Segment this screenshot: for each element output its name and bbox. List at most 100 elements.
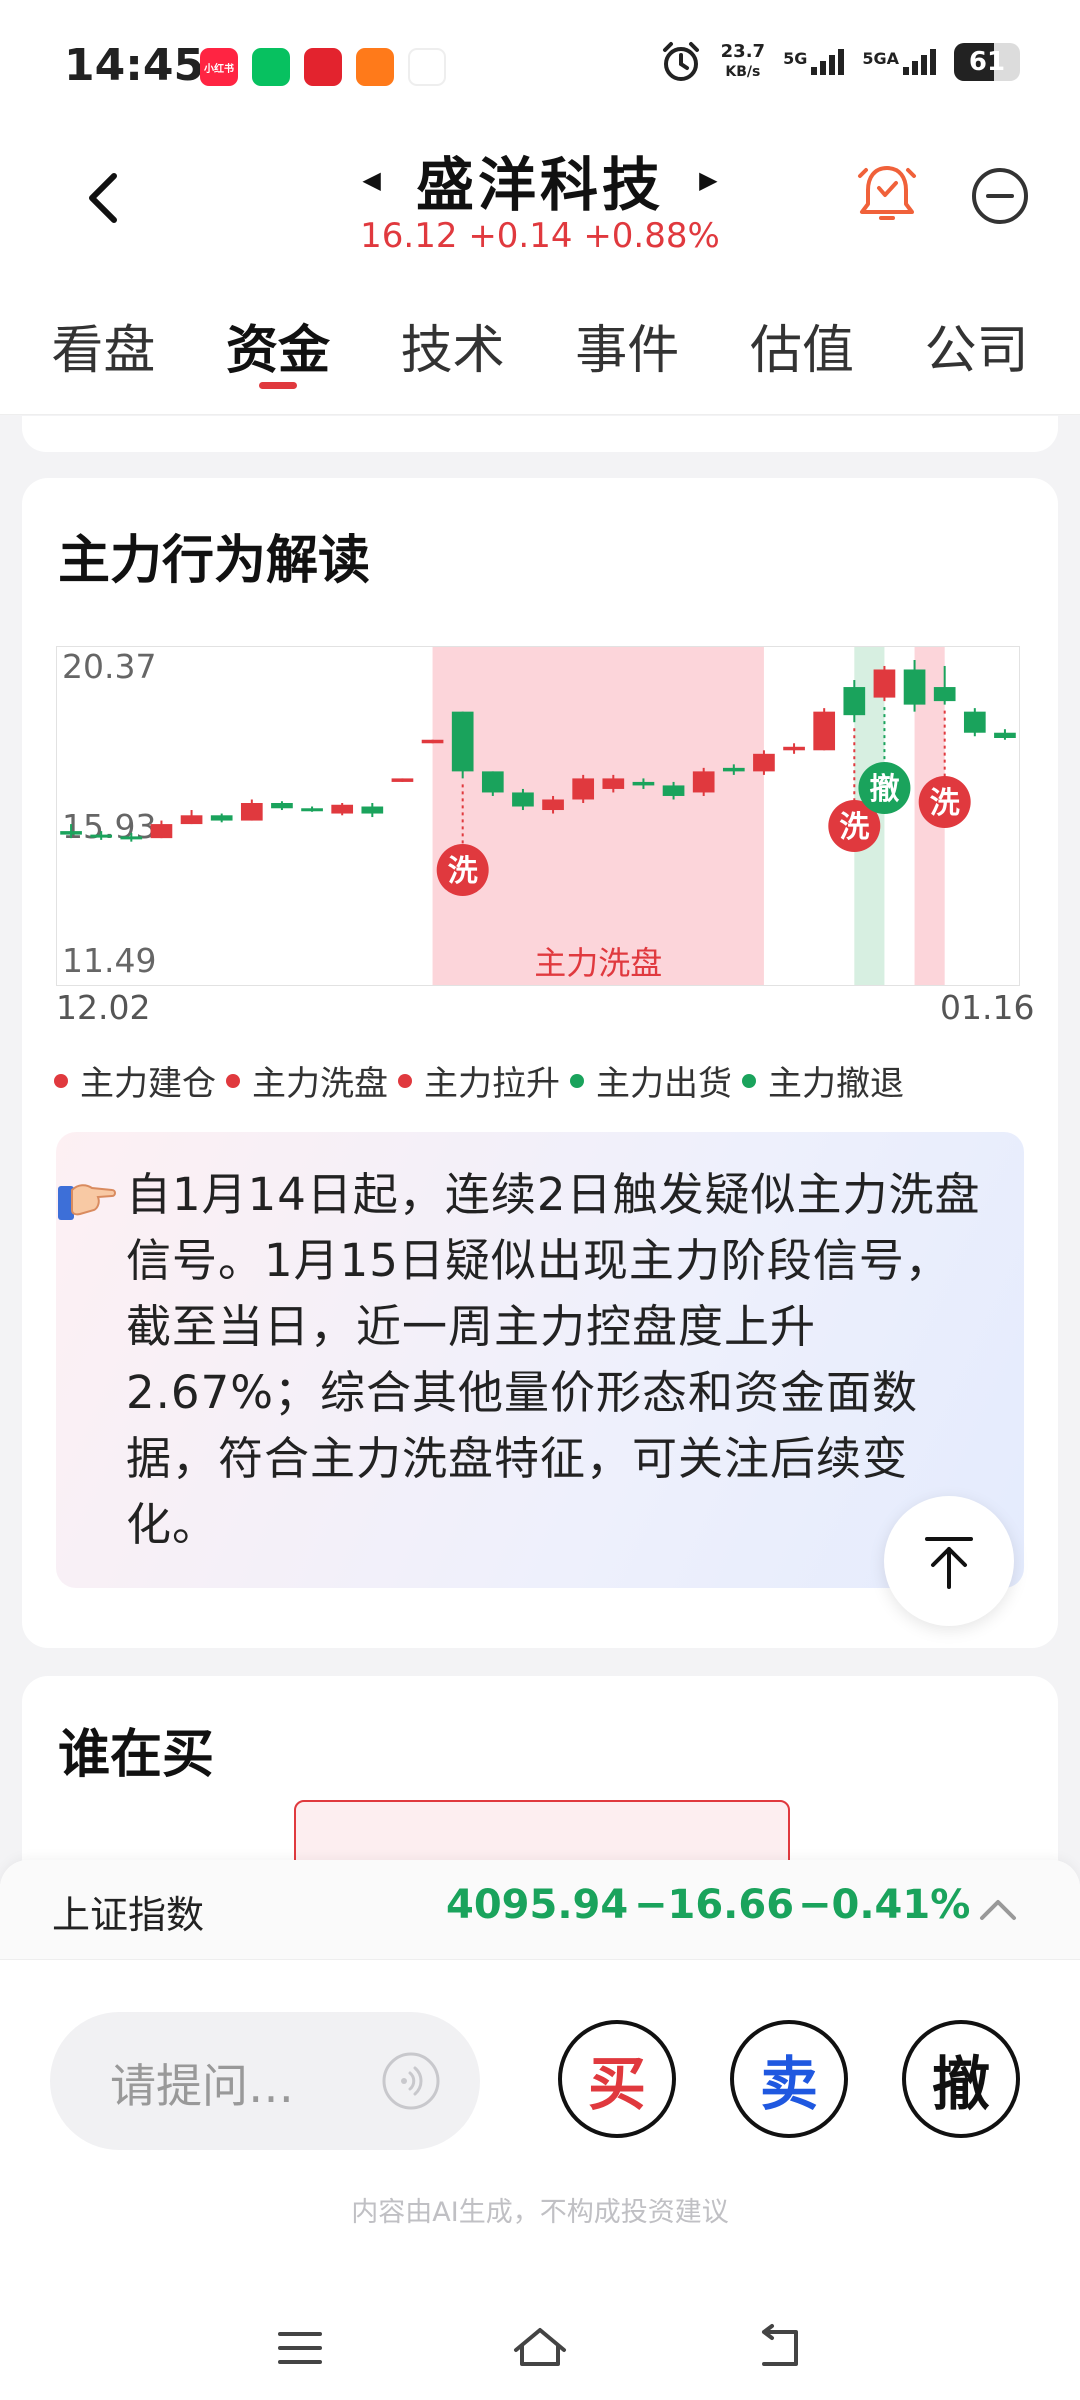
signal-bars-icon [903, 49, 936, 75]
candle-body [451, 711, 474, 772]
legend-item: 主力拉升 [398, 1056, 560, 1105]
menu-nav-icon[interactable] [270, 2318, 330, 2378]
candle-body [120, 836, 143, 840]
candle-body [210, 815, 233, 821]
signal-bars-icon [811, 49, 845, 75]
remove-watchlist-icon[interactable] [970, 166, 1030, 226]
candle-body [391, 778, 414, 782]
card-title: 谁在买 [58, 1725, 215, 1785]
wechat-app-icon [252, 48, 290, 86]
section-tabs: 看盘 资金 技术 事件 估值 公司 [0, 280, 1080, 415]
sell-button[interactable]: 卖 [730, 2020, 848, 2138]
tab-jishu[interactable]: 技术 [401, 280, 505, 414]
clock: 14:45 [64, 40, 205, 91]
status-indicators: 23.7 KB/s 5G 5GA 61 [659, 40, 1020, 84]
candle-body [662, 785, 685, 796]
candle-body [602, 778, 625, 789]
index-change: −16.66 [634, 1882, 795, 1928]
cancel-order-button[interactable]: 撤 [902, 2020, 1020, 2138]
candlestick-chart[interactable]: 主力洗盘 20.37 15.93 11.49 洗洗撤洗 [56, 646, 1020, 986]
ask-question-input[interactable]: 请提问… [50, 2012, 480, 2150]
previous-stock-icon[interactable]: ◀ [362, 166, 380, 194]
candle-body [813, 711, 836, 751]
legend-dot [570, 1073, 584, 1088]
candle-body [903, 669, 926, 705]
pointing-hand-icon [58, 1184, 116, 1220]
home-nav-icon[interactable] [510, 2318, 570, 2378]
candle-body [90, 834, 113, 838]
signal-label: 洗 [839, 810, 869, 845]
signal-label: 洗 [448, 854, 478, 889]
ai-disclaimer: 内容由AI生成，不构成投资建议 [351, 2197, 729, 2228]
back-nav-icon[interactable] [750, 2318, 810, 2378]
notification-app-icons: 小红书 [200, 48, 446, 86]
card-title: 主力行为解读 [58, 531, 371, 591]
legend-item: 主力洗盘 [226, 1056, 388, 1105]
candle-body [150, 824, 173, 839]
candle-body [933, 687, 956, 702]
candle-body [542, 799, 564, 811]
chart-svg: 主力洗盘20.3715.9311.49洗洗撤洗 [56, 646, 1020, 986]
signal-label: 撤 [869, 772, 899, 807]
arrow-up-to-top-icon [925, 1537, 973, 1589]
chart-legend: 主力建仓 主力洗盘 主力拉升 主力出货 主力撤退 [54, 1056, 904, 1105]
candle-body [572, 778, 595, 800]
alert-bell-icon[interactable] [852, 158, 922, 228]
tab-kanpan[interactable]: 看盘 [51, 280, 155, 414]
battery-icon: 61 [954, 43, 1020, 81]
battery-level: 61 [968, 47, 1006, 77]
xiaohongshu-app-icon: 小红书 [200, 48, 238, 86]
legend-item: 主力建仓 [54, 1056, 216, 1105]
back-to-top-button[interactable] [884, 1496, 1014, 1626]
candle-body [632, 781, 655, 786]
y-tick-label: 15.93 [62, 807, 156, 846]
market-index-bar[interactable]: 上证指数 4095.94 −16.66 −0.41% [0, 1860, 1080, 1960]
x-end-label: 01.16 [940, 988, 1035, 1027]
index-value: 4095.94 [446, 1882, 629, 1928]
candle-body [994, 732, 1016, 738]
signal-label: 洗 [930, 786, 960, 821]
candle-body [692, 771, 715, 793]
tab-gongsi[interactable]: 公司 [925, 280, 1029, 414]
signal-5g: 5G [783, 49, 845, 75]
tab-guzhi[interactable]: 估值 [750, 280, 854, 414]
candle-body [60, 831, 82, 835]
main-force-card: 主力行为解读 主力洗盘 20.37 15.93 11.49 洗洗撤洗 12.02 01.… [22, 478, 1058, 1648]
tab-shijian[interactable]: 事件 [575, 280, 679, 414]
chevron-up-icon[interactable] [976, 1894, 1020, 1924]
legend-dot [226, 1073, 240, 1088]
candle-body [873, 669, 896, 698]
legend-item: 主力出货 [570, 1056, 732, 1105]
status-bar: 14:45 小红书 23.7 KB/s 5G 5GA 61 [0, 0, 1080, 130]
candle-body [843, 687, 866, 716]
previous-card-bottom [22, 416, 1058, 452]
index-change-pct: −0.41% [798, 1882, 971, 1928]
ai-interpretation-box: 自1月14日起，连续2日触发疑似主力洗盘信号。1月15日疑似出现主力阶段信号，截… [56, 1132, 1024, 1588]
candle-body [361, 806, 384, 814]
buy-button[interactable]: 买 [558, 2020, 676, 2138]
candle-body [240, 803, 263, 821]
candle-body [722, 767, 745, 772]
candle-body [301, 808, 323, 812]
stock-name: 盛洋科技 [415, 151, 664, 219]
candle-body [271, 803, 293, 809]
next-stock-icon[interactable]: ▶ [699, 166, 717, 194]
legend-dot [398, 1073, 412, 1088]
candle-body [963, 711, 986, 733]
voice-input-icon[interactable] [380, 2050, 442, 2112]
y-tick-label: 11.49 [62, 941, 156, 980]
y-tick-label: 20.37 [62, 647, 156, 686]
stock-header: ◀ 盛洋科技 ▶ 16.12 +0.14 +0.88% [0, 130, 1080, 280]
ai-interpretation-text: 自1月14日起，连续2日触发疑似主力洗盘信号。1月15日疑似出现主力阶段信号，截… [126, 1168, 981, 1551]
legend-item: 主力撤退 [742, 1056, 904, 1105]
candle-body [481, 771, 504, 793]
tab-zijin[interactable]: 资金 [226, 280, 330, 414]
index-name: 上证指数 [52, 1893, 205, 1937]
candle-body [783, 746, 805, 751]
alarm-icon [662, 42, 699, 81]
shaded-region-label: 主力洗盘 [534, 944, 662, 982]
legend-dot [742, 1073, 756, 1088]
legend-dot [54, 1073, 68, 1088]
ask-placeholder: 请提问… [110, 2059, 294, 2113]
network-speed: 23.7 KB/s [720, 41, 766, 81]
